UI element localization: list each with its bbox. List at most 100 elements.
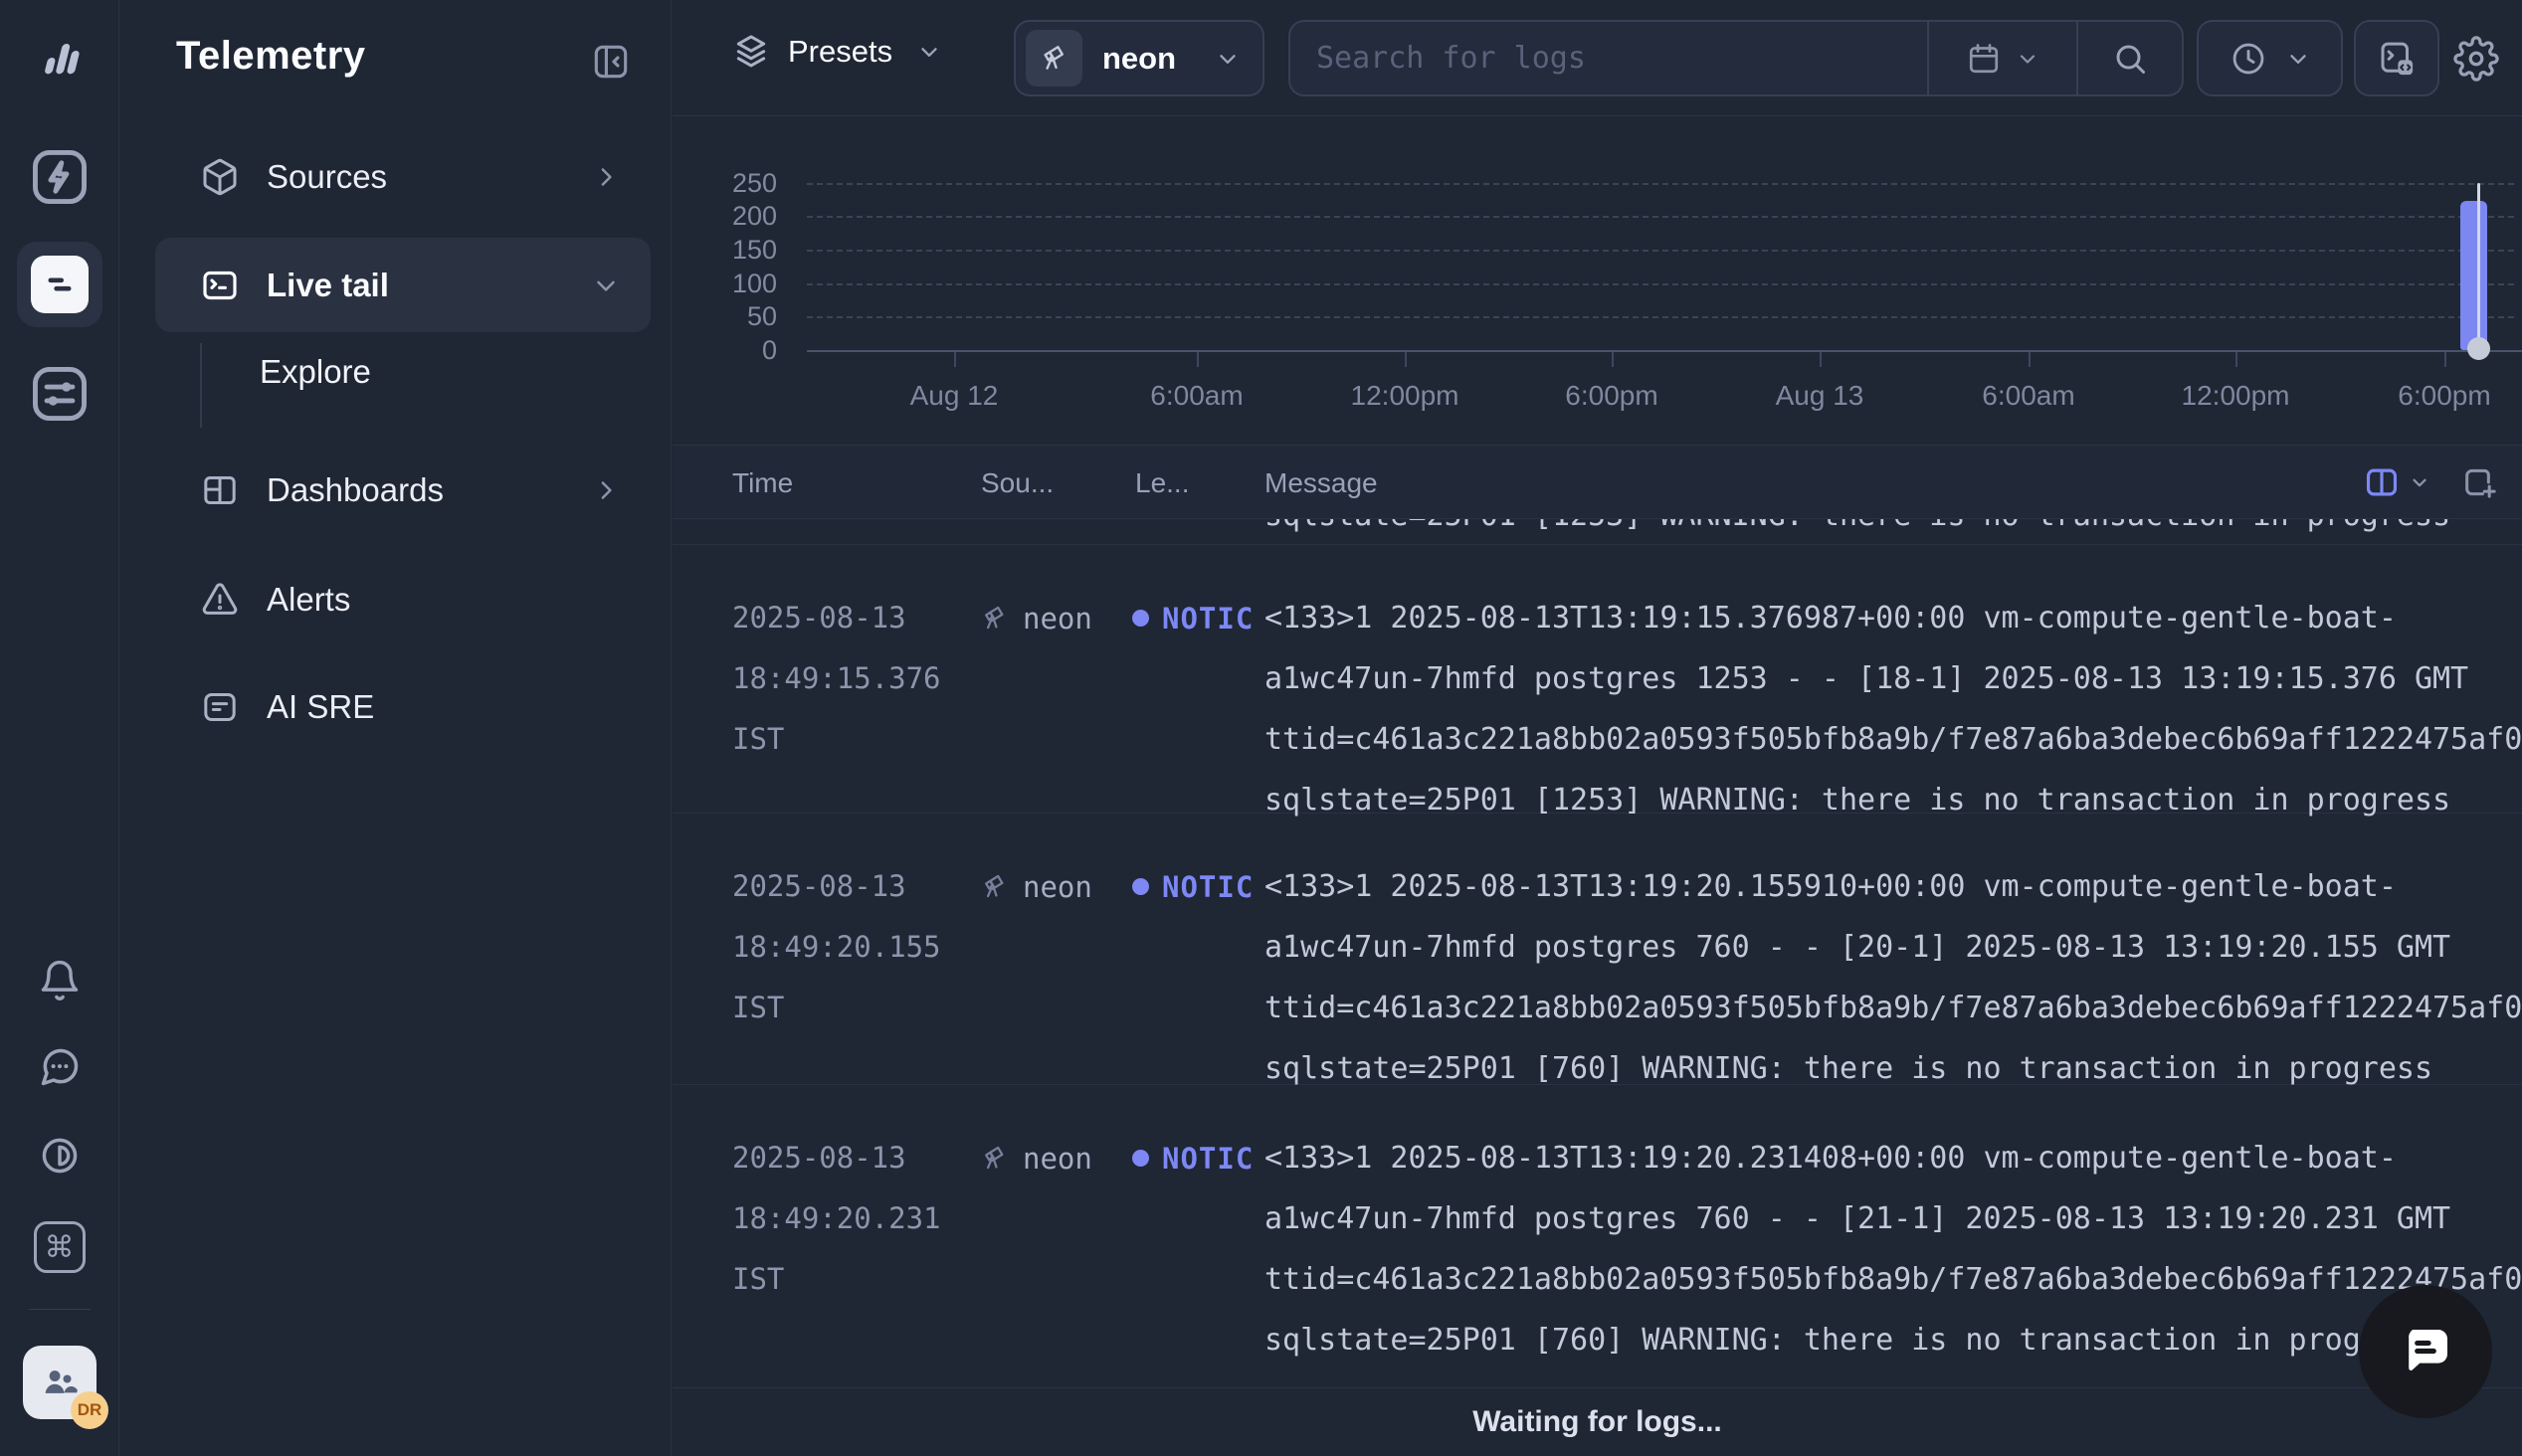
icon-rail: ⌘ DR: [0, 0, 119, 1456]
search-input-section: [1290, 22, 1927, 94]
log-level: NOTIC: [1132, 856, 1254, 917]
log-row[interactable]: 2025-08-1318:49:15.376IST neon NOTIC <13…: [673, 545, 2522, 814]
clock-icon: [2230, 40, 2267, 78]
log-source: neon: [979, 588, 1092, 648]
notice-dot: [1132, 610, 1149, 627]
sliders-icon[interactable]: [29, 363, 91, 425]
collapse-sidebar-icon[interactable]: [589, 40, 633, 84]
log-row-clipped[interactable]: sqlstate=25P01 [1253] WARNING: there is …: [673, 519, 2522, 545]
live-time-select[interactable]: [2197, 20, 2343, 96]
column-header-level[interactable]: Le...: [1135, 467, 1189, 499]
telescope-icon: [979, 1143, 1011, 1175]
cube-icon: [200, 157, 240, 197]
sidebar-item-label: AI SRE: [267, 688, 374, 726]
log-source: neon: [979, 1128, 1092, 1188]
search-input[interactable]: [1316, 41, 1901, 76]
log-message: <133>1 2025-08-13T13:19:15.376987+00:00 …: [1264, 588, 2522, 830]
terminal-icon: [200, 266, 240, 305]
live-cursor-line: [2477, 183, 2480, 348]
log-source: neon: [979, 856, 1092, 917]
feedback-chat-icon[interactable]: [38, 1045, 82, 1089]
sidebar-item-label: Sources: [267, 158, 387, 196]
layers-icon: [732, 33, 770, 71]
gridline: [807, 283, 2514, 285]
histogram-bar[interactable]: [2460, 201, 2487, 350]
rail-divider: [29, 1309, 91, 1310]
rail-item-livetail-active[interactable]: [17, 242, 102, 327]
message-square-icon: [200, 687, 240, 727]
sidebar-item-sources[interactable]: Sources: [155, 142, 651, 212]
app-logo-icon[interactable]: [31, 30, 89, 86]
chevron-down-icon: [1215, 46, 1241, 72]
command-icon[interactable]: ⌘: [34, 1221, 86, 1273]
column-header-source[interactable]: Sou...: [981, 467, 1054, 499]
y-tick-label: 250: [673, 170, 777, 197]
presets-label: Presets: [788, 34, 892, 70]
search-submit-button[interactable]: [2076, 22, 2182, 94]
logs-icon: [31, 256, 89, 313]
sidebar-item-label: Alerts: [267, 581, 350, 619]
sidebar-item-dashboards[interactable]: Dashboards: [155, 455, 651, 525]
dashboard-grid-icon: [200, 470, 240, 510]
log-row[interactable]: 2025-08-1318:49:20.155IST neon NOTIC <13…: [673, 814, 2522, 1085]
x-tick: [954, 352, 956, 367]
x-tick-label: Aug 12: [865, 380, 1044, 412]
chat-fab-button[interactable]: [2359, 1285, 2492, 1418]
query-console-button[interactable]: [2354, 20, 2439, 96]
notice-dot: [1132, 1150, 1149, 1167]
log-rows[interactable]: sqlstate=25P01 [1253] WARNING: there is …: [673, 519, 2522, 1387]
terminal-export-icon: [2376, 38, 2418, 80]
y-tick-label: 200: [673, 203, 777, 230]
gridline: [807, 183, 2514, 185]
x-tick: [2235, 352, 2237, 367]
columns-layout-button[interactable]: [2363, 463, 2430, 501]
search-icon: [2112, 41, 2148, 77]
search-group: [1288, 20, 2184, 96]
sidebar-item-explore[interactable]: Explore: [260, 353, 371, 391]
log-row[interactable]: 2025-08-1318:49:20.231IST neon NOTIC <13…: [673, 1085, 2522, 1387]
source-select[interactable]: neon: [1014, 20, 1264, 96]
sidebar-item-alerts[interactable]: Alerts: [155, 565, 651, 635]
x-axis-line: [807, 350, 2522, 352]
sidebar-item-livetail[interactable]: Live tail: [155, 238, 651, 332]
theme-toggle-icon[interactable]: [38, 1134, 82, 1178]
x-tick-label: 12:00pm: [2146, 380, 2325, 412]
log-time: 2025-08-1318:49:20.155IST: [732, 856, 976, 1038]
x-tick: [1820, 352, 1822, 367]
sidebar-item-aisre[interactable]: AI SRE: [155, 672, 651, 742]
log-volume-chart[interactable]: 250 200 150 100 50 0 Aug 12 6:00am 12:00…: [673, 116, 2522, 445]
status-bar: Waiting for logs...: [673, 1387, 2522, 1456]
gridline: [807, 316, 2514, 318]
log-time: 2025-08-1318:49:15.376IST: [732, 588, 976, 770]
waiting-status: Waiting for logs...: [1472, 1405, 1722, 1439]
telescope-icon: [1026, 30, 1082, 87]
x-tick: [2444, 352, 2446, 367]
chevron-right-icon: [591, 475, 621, 505]
zap-icon[interactable]: [29, 146, 91, 208]
x-tick: [2029, 352, 2031, 367]
telescope-icon: [979, 603, 1011, 635]
date-range-button[interactable]: [1927, 22, 2076, 94]
chevron-down-icon: [2016, 47, 2039, 71]
presets-button[interactable]: Presets: [732, 33, 942, 71]
x-tick-label: 12:00pm: [1315, 380, 1494, 412]
column-header-time[interactable]: Time: [732, 467, 793, 499]
settings-gear-icon[interactable]: [2453, 36, 2499, 82]
bell-icon[interactable]: [38, 959, 82, 1002]
y-tick-label: 150: [673, 237, 777, 264]
y-tick-label: 50: [673, 303, 777, 330]
live-cursor-dot: [2467, 337, 2490, 360]
add-column-icon[interactable]: [2460, 462, 2500, 502]
columns-icon: [2363, 463, 2401, 501]
x-tick-label: 6:00am: [1107, 380, 1286, 412]
calendar-icon: [1966, 41, 2002, 77]
sidebar-item-label: Dashboards: [267, 471, 444, 509]
avatar-initials-badge[interactable]: DR: [71, 1391, 108, 1429]
log-table-header: Time Sou... Le... Message: [673, 445, 2522, 519]
x-tick: [1197, 352, 1199, 367]
column-header-message[interactable]: Message: [1264, 467, 1378, 499]
y-tick-label: 100: [673, 271, 777, 297]
x-tick-label: 6:00pm: [1522, 380, 1701, 412]
x-tick-label: Aug 13: [1730, 380, 1909, 412]
chevron-down-icon: [2285, 46, 2311, 72]
